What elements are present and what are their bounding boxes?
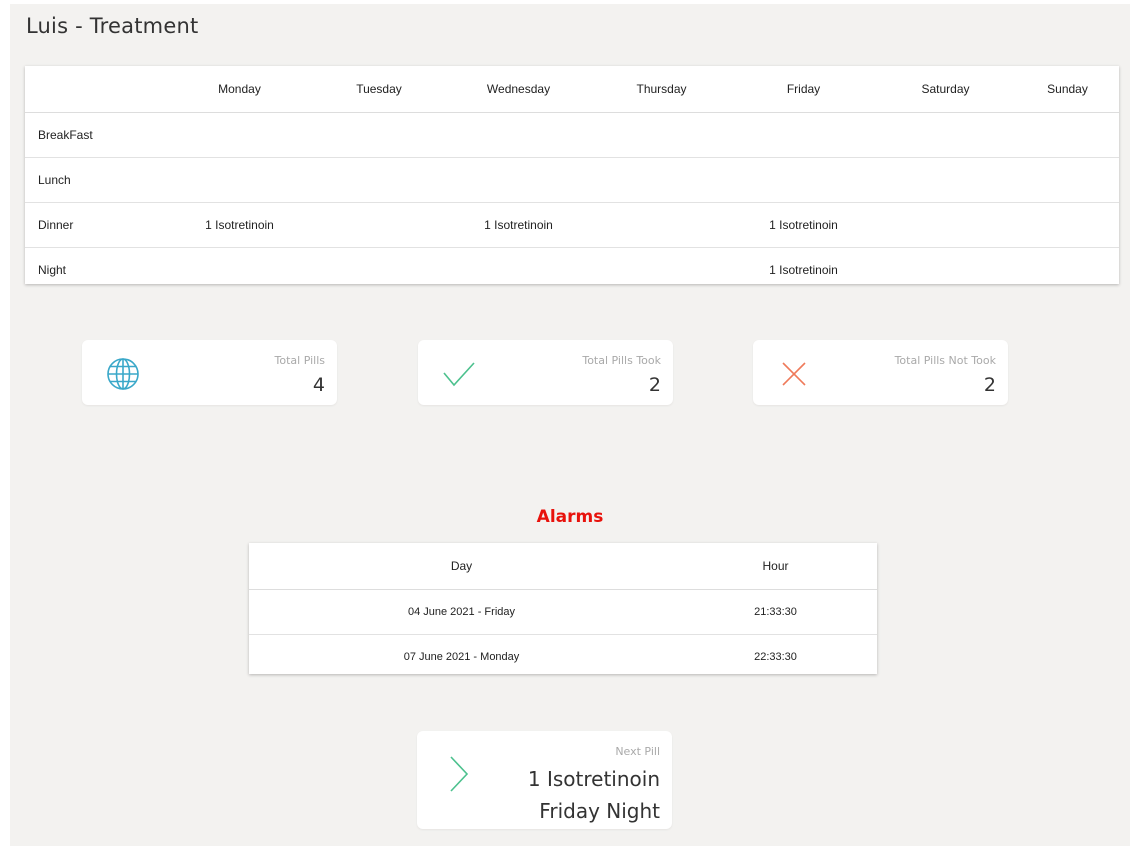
- alarms-header-row: Day Hour: [249, 543, 877, 590]
- schedule-cell: 1 Isotretinoin: [167, 202, 312, 248]
- total-pills-card: Total Pills 4: [82, 340, 337, 405]
- table-row: 04 June 2021 - Friday 21:33:30: [249, 589, 877, 635]
- schedule-cell: [732, 157, 875, 203]
- schedule-cell: [875, 202, 1016, 248]
- schedule-cell: [591, 157, 732, 203]
- alarm-day: 04 June 2021 - Friday: [249, 589, 674, 635]
- table-row: 07 June 2021 - Monday 22:33:30: [249, 635, 877, 680]
- corner-cell: [25, 66, 167, 113]
- schedule-cell: [1016, 157, 1119, 203]
- table-row: Lunch: [25, 157, 1119, 203]
- next-pill-when: Friday Night: [539, 799, 660, 823]
- next-pill-label: Next Pill: [615, 745, 660, 758]
- schedule-cell: [1016, 248, 1119, 293]
- alarm-hour: 22:33:30: [754, 651, 797, 663]
- day-header: Friday: [732, 66, 875, 113]
- schedule-cell: [446, 157, 591, 203]
- check-icon: [443, 362, 475, 387]
- schedule-cell: [312, 248, 446, 293]
- weekly-schedule-card: Monday Tuesday Wednesday Thursday Friday…: [25, 66, 1119, 284]
- weekly-schedule-table: Monday Tuesday Wednesday Thursday Friday…: [25, 66, 1119, 292]
- schedule-cell: [167, 157, 312, 203]
- globe-icon: [107, 358, 139, 390]
- schedule-cell: [732, 112, 875, 158]
- schedule-cell: 1 Isotretinoin: [732, 202, 875, 248]
- schedule-cell: [591, 248, 732, 293]
- day-header: Wednesday: [446, 66, 591, 113]
- schedule-cell: [167, 112, 312, 158]
- meal-label: Dinner: [25, 202, 167, 248]
- day-column-header: Day: [249, 543, 674, 590]
- hour-column-header: Hour: [674, 543, 877, 590]
- schedule-cell: 1 Isotretinoin: [446, 202, 591, 248]
- meal-label: BreakFast: [25, 112, 167, 158]
- stat-label: Total Pills Took: [582, 354, 661, 367]
- day-header: Thursday: [591, 66, 732, 113]
- treatment-page: Luis - Treatment Monday Tuesday Wednesda…: [10, 4, 1130, 846]
- schedule-cell: [312, 202, 446, 248]
- day-header: Saturday: [875, 66, 1016, 113]
- total-pills-not-took-card: Total Pills Not Took 2: [753, 340, 1008, 405]
- total-pills-took-card: Total Pills Took 2: [418, 340, 673, 405]
- meal-label: Lunch: [25, 157, 167, 203]
- table-row: Night 1 Isotretinoin: [25, 248, 1119, 293]
- day-header: Monday: [167, 66, 312, 113]
- schedule-cell: 1 Isotretinoin: [769, 263, 838, 277]
- next-pill-card: Next Pill 1 Isotretinoin Friday Night: [417, 731, 672, 829]
- schedule-cell: [875, 248, 1016, 293]
- schedule-cell: [1016, 202, 1119, 248]
- table-row: Dinner 1 Isotretinoin 1 Isotretinoin 1 I…: [25, 202, 1119, 248]
- schedule-cell: [875, 157, 1016, 203]
- schedule-cell: [446, 112, 591, 158]
- table-row: BreakFast: [25, 112, 1119, 158]
- schedule-header-row: Monday Tuesday Wednesday Thursday Friday…: [25, 66, 1119, 113]
- alarms-heading: Alarms: [536, 507, 604, 527]
- stat-value: 4: [312, 374, 325, 396]
- schedule-cell: [1016, 112, 1119, 158]
- stat-label: Total Pills Not Took: [894, 354, 996, 367]
- schedule-cell: [591, 112, 732, 158]
- schedule-cell: [446, 248, 591, 293]
- alarms-table: Day Hour 04 June 2021 - Friday 21:33:30 …: [249, 543, 877, 679]
- x-icon: [782, 362, 806, 386]
- day-header: Sunday: [1016, 66, 1119, 113]
- next-pill-medication: 1 Isotretinoin: [527, 767, 660, 791]
- meal-label: Night: [38, 263, 67, 277]
- stat-value: 2: [983, 374, 996, 396]
- schedule-cell: [312, 157, 446, 203]
- schedule-cell: [875, 112, 1016, 158]
- alarm-hour: 21:33:30: [674, 589, 877, 635]
- schedule-cell: [167, 248, 312, 293]
- alarms-card: Day Hour 04 June 2021 - Friday 21:33:30 …: [249, 543, 877, 674]
- day-header: Tuesday: [312, 66, 446, 113]
- alarm-day: 07 June 2021 - Monday: [403, 651, 520, 663]
- schedule-cell: [591, 202, 732, 248]
- schedule-cell: [312, 112, 446, 158]
- page-title: Luis - Treatment: [26, 14, 199, 38]
- stat-value: 2: [648, 374, 661, 396]
- stat-label: Total Pills: [274, 354, 325, 367]
- chevron-right-icon: [450, 756, 469, 792]
